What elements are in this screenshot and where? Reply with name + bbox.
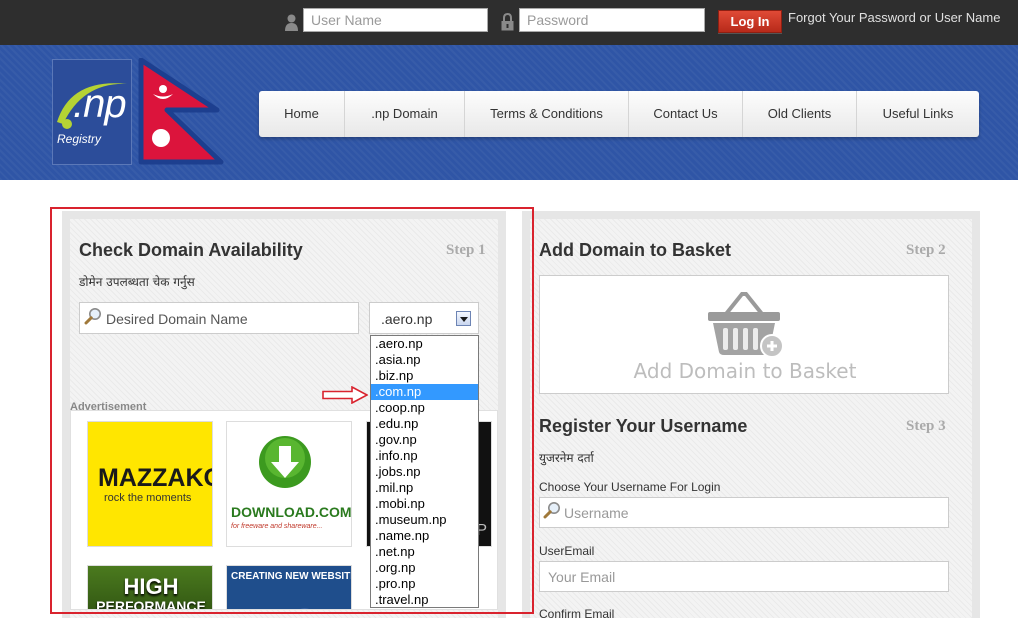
username-magnifier-icon — [543, 502, 560, 519]
nav-contact-us[interactable]: Contact Us — [629, 91, 743, 137]
tld-option-aero[interactable]: .aero.np — [371, 336, 478, 352]
username-input[interactable] — [303, 8, 488, 32]
tld-option-mobi[interactable]: .mobi.np — [371, 496, 478, 512]
register-title: Register Your Username — [539, 416, 748, 436]
register-email-input[interactable] — [539, 561, 949, 592]
download-arrow-icon — [259, 436, 311, 488]
email-field-label: UserEmail — [539, 544, 595, 558]
nav-useful-links[interactable]: Useful Links — [857, 91, 979, 137]
logo-registry-text: Registry — [57, 132, 102, 146]
domain-search-box — [79, 302, 359, 334]
main-nav: Home .np Domain Terms & Conditions Conta… — [259, 91, 979, 137]
tld-option-edu[interactable]: .edu.np — [371, 416, 478, 432]
nav-home[interactable]: Home — [259, 91, 345, 137]
tld-option-name[interactable]: .name.np — [371, 528, 478, 544]
logo-np-text: .np — [73, 82, 127, 126]
register-subtitle: युजरनेम दर्ता — [539, 451, 594, 465]
basket-title: Add Domain to Basket — [539, 240, 732, 260]
website-graphic-icon — [300, 608, 309, 609]
username-field-label: Choose Your Username For Login — [539, 480, 721, 494]
step-2-label: Step 2 — [906, 242, 946, 258]
register-username-input[interactable] — [539, 497, 949, 528]
performance-title: PERFORMANCE — [96, 598, 206, 610]
lock-icon — [501, 13, 514, 31]
tld-option-pro[interactable]: .pro.np — [371, 576, 478, 592]
check-domain-subtitle: डोमेन उपलब्धता चेक गर्नुस — [79, 275, 195, 289]
creating-website-title: CREATING NEW WEBSITE ? — [231, 571, 351, 582]
tld-option-mil[interactable]: .mil.np — [371, 480, 478, 496]
password-input[interactable] — [519, 8, 705, 32]
download-title: DOWNLOAD.COM.NP — [231, 504, 352, 520]
red-arrow-icon — [322, 386, 368, 404]
check-domain-title: Check Domain Availability — [79, 240, 303, 260]
mazzako-title: MAZZAKO — [98, 464, 213, 492]
step-3-label: Step 3 — [906, 418, 946, 434]
ad-creating-website[interactable]: CREATING NEW WEBSITE ? — [226, 565, 352, 609]
tld-option-net[interactable]: .net.np — [371, 544, 478, 560]
tld-option-gov[interactable]: .gov.np — [371, 432, 478, 448]
tld-option-coop[interactable]: .coop.np — [371, 400, 478, 416]
tld-selected-value: .aero.np — [381, 311, 433, 327]
tld-option-asia[interactable]: .asia.np — [371, 352, 478, 368]
tld-option-org[interactable]: .org.np — [371, 560, 478, 576]
tld-dropdown-list: .aero.np .asia.np .biz.np .com.np .coop.… — [370, 335, 479, 608]
high-title: HIGH — [123, 574, 179, 599]
user-icon — [285, 14, 298, 31]
tld-option-biz[interactable]: .biz.np — [371, 368, 478, 384]
nepal-flag-icon — [138, 58, 224, 165]
magnifier-icon — [84, 308, 101, 325]
basket-box-label: Add Domain to Basket — [633, 359, 857, 383]
ad-mazzako[interactable]: MAZZAKO rock the moments — [87, 421, 213, 547]
login-button[interactable]: Log In — [718, 10, 782, 33]
add-to-basket-box[interactable]: Add Domain to Basket — [539, 275, 949, 394]
tld-option-jobs[interactable]: .jobs.np — [371, 464, 478, 480]
top-login-bar: Log In Forgot Your Password or User Name — [0, 0, 1018, 45]
site-header: .np Registry Home .np Domain Terms & Con… — [0, 45, 1018, 180]
dropdown-arrow-icon[interactable] — [456, 311, 471, 326]
tld-select[interactable]: .aero.np — [369, 302, 479, 334]
forgot-password-link[interactable]: Forgot Your Password or User Name — [788, 10, 1000, 25]
domain-name-input[interactable] — [106, 309, 351, 329]
nav-terms-conditions[interactable]: Terms & Conditions — [465, 91, 629, 137]
tld-option-travel[interactable]: .travel.np — [371, 592, 478, 608]
confirm-email-label: Confirm Email — [539, 607, 615, 618]
np-registry-logo[interactable]: .np Registry — [52, 59, 132, 165]
download-tagline: for freeware and shareware... — [231, 523, 323, 530]
nav-old-clients[interactable]: Old Clients — [743, 91, 857, 137]
ad-download[interactable]: DOWNLOAD.COM.NP for freeware and sharewa… — [226, 421, 352, 547]
mazzako-tagline: rock the moments — [104, 492, 192, 504]
ad-high-performance[interactable]: HIGH PERFORMANCE — [87, 565, 213, 610]
basket-icon — [708, 292, 784, 358]
tld-option-museum[interactable]: .museum.np — [371, 512, 478, 528]
step-1-label: Step 1 — [446, 242, 486, 258]
nav-np-domain[interactable]: .np Domain — [345, 91, 465, 137]
tld-option-com[interactable]: .com.np — [371, 384, 478, 400]
tld-option-info[interactable]: .info.np — [371, 448, 478, 464]
